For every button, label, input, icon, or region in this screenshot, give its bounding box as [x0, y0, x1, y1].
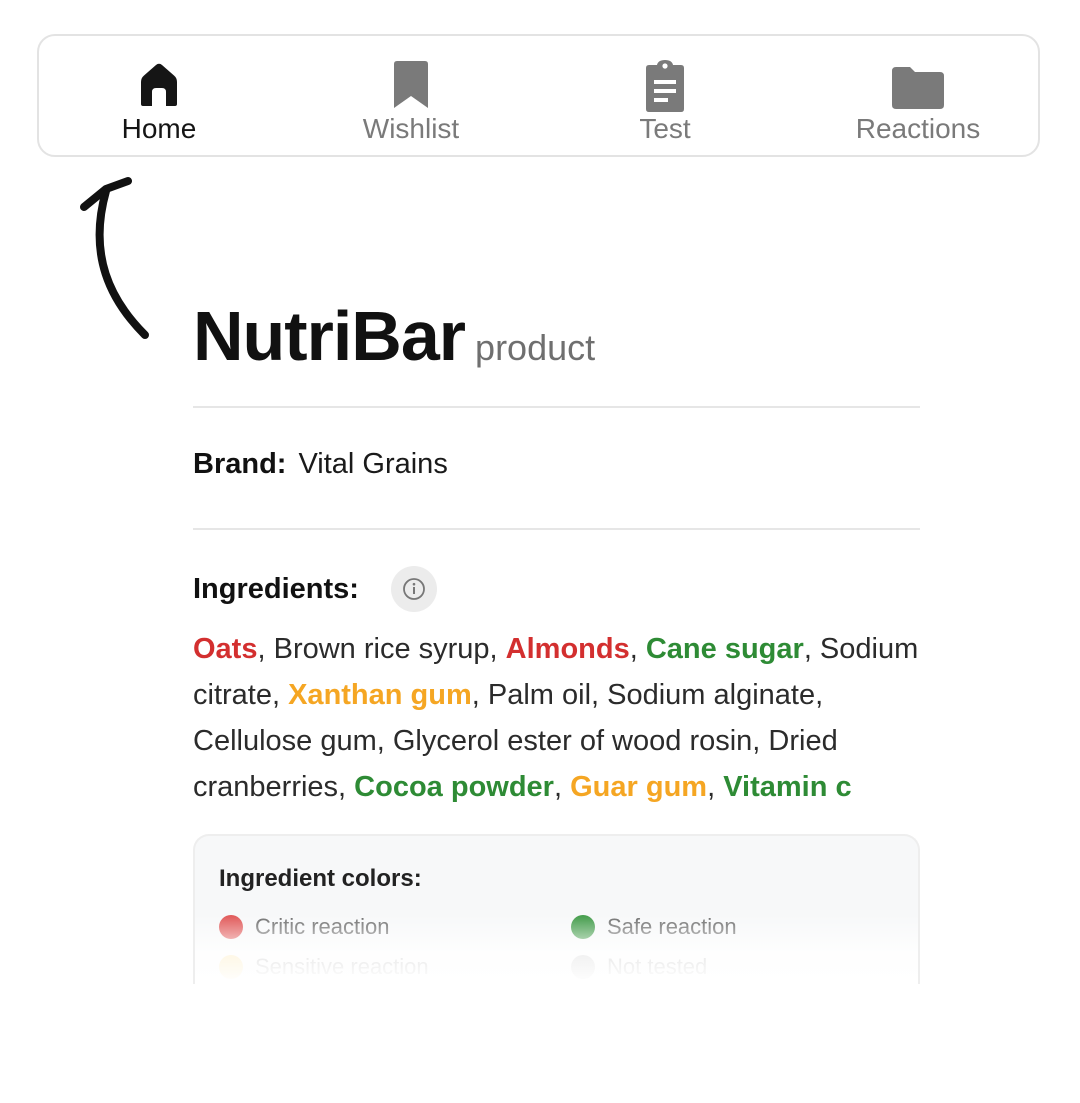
- legend-label: Safe reaction: [607, 914, 737, 939]
- tab-test[interactable]: Test: [565, 36, 765, 155]
- safe-dot-icon: [571, 915, 595, 939]
- tab-wishlist-label: Wishlist: [362, 113, 460, 144]
- folder-icon: [890, 60, 946, 112]
- info-button[interactable]: [390, 566, 437, 612]
- brand-row: Brand: Vital Grains: [193, 408, 920, 530]
- annotation-arrow-icon: [80, 177, 149, 339]
- product-details: NutriBar product Brand: Vital Grains Ingre…: [193, 290, 920, 984]
- tab-reactions-label: Reactions: [855, 113, 981, 144]
- ingredients-list: Oats, Brown rice syrup, Almonds, Cane su…: [193, 626, 920, 810]
- ingredient-text: ,: [553, 771, 571, 803]
- ingredients-header: Ingredients:: [193, 564, 920, 614]
- bookmark-icon: [383, 60, 439, 112]
- critic-dot-icon: [219, 915, 243, 939]
- legend-grid: Critic reaction Safe reaction Sensitive …: [219, 894, 918, 984]
- legend-title: Ingredient colors:: [219, 865, 422, 892]
- ingredient-safe: Vitamin c: [723, 771, 852, 803]
- ingredients-label: Ingredients:: [193, 572, 359, 605]
- ingredient-colors-legend: Ingredient colors: Critic reaction Safe …: [193, 834, 920, 984]
- not-tested-dot-icon: [571, 955, 595, 979]
- tab-wishlist[interactable]: Wishlist: [311, 36, 511, 155]
- legend-item-critic: Critic reaction: [219, 914, 389, 940]
- tab-reactions[interactable]: Reactions: [818, 36, 1018, 155]
- tab-test-label: Test: [639, 113, 691, 144]
- tab-home[interactable]: Home: [59, 36, 259, 155]
- legend-label: Critic reaction: [255, 914, 390, 939]
- ingredient-critic: Almonds: [505, 633, 630, 665]
- ingredient-safe: Cocoa powder: [354, 771, 554, 803]
- brand-label: Brand:: [193, 448, 287, 480]
- ingredient-text: ,: [707, 771, 724, 803]
- ingredient-text: ,: [629, 633, 646, 665]
- legend-label: Sensitive reaction: [255, 954, 429, 979]
- ingredient-sensitive: Guar gum: [570, 771, 708, 803]
- product-kind: product: [475, 327, 596, 368]
- legend-item-safe: Safe reaction: [571, 914, 737, 940]
- ingredient-sensitive: Xanthan gum: [288, 679, 472, 711]
- ingredient-critic: Oats: [193, 633, 258, 665]
- product-header: NutriBar product: [193, 290, 920, 408]
- product-name: NutriBar: [193, 297, 466, 375]
- brand-value: Vital Grains: [298, 448, 448, 480]
- ingredient-text: , Brown rice syrup,: [257, 633, 506, 665]
- bottom-tab-bar: Home Wishlist Test Reactions: [37, 34, 1040, 157]
- legend-item-sensitive: Sensitive reaction: [219, 954, 429, 980]
- home-icon: [131, 60, 187, 112]
- ingredient-safe: Cane sugar: [645, 633, 804, 665]
- clipboard-icon: [637, 60, 693, 112]
- legend-label: Not tested: [607, 954, 708, 979]
- tab-home-label: Home: [121, 113, 197, 144]
- sensitive-dot-icon: [219, 955, 243, 979]
- info-icon: [403, 578, 425, 600]
- legend-item-not-tested: Not tested: [571, 954, 707, 980]
